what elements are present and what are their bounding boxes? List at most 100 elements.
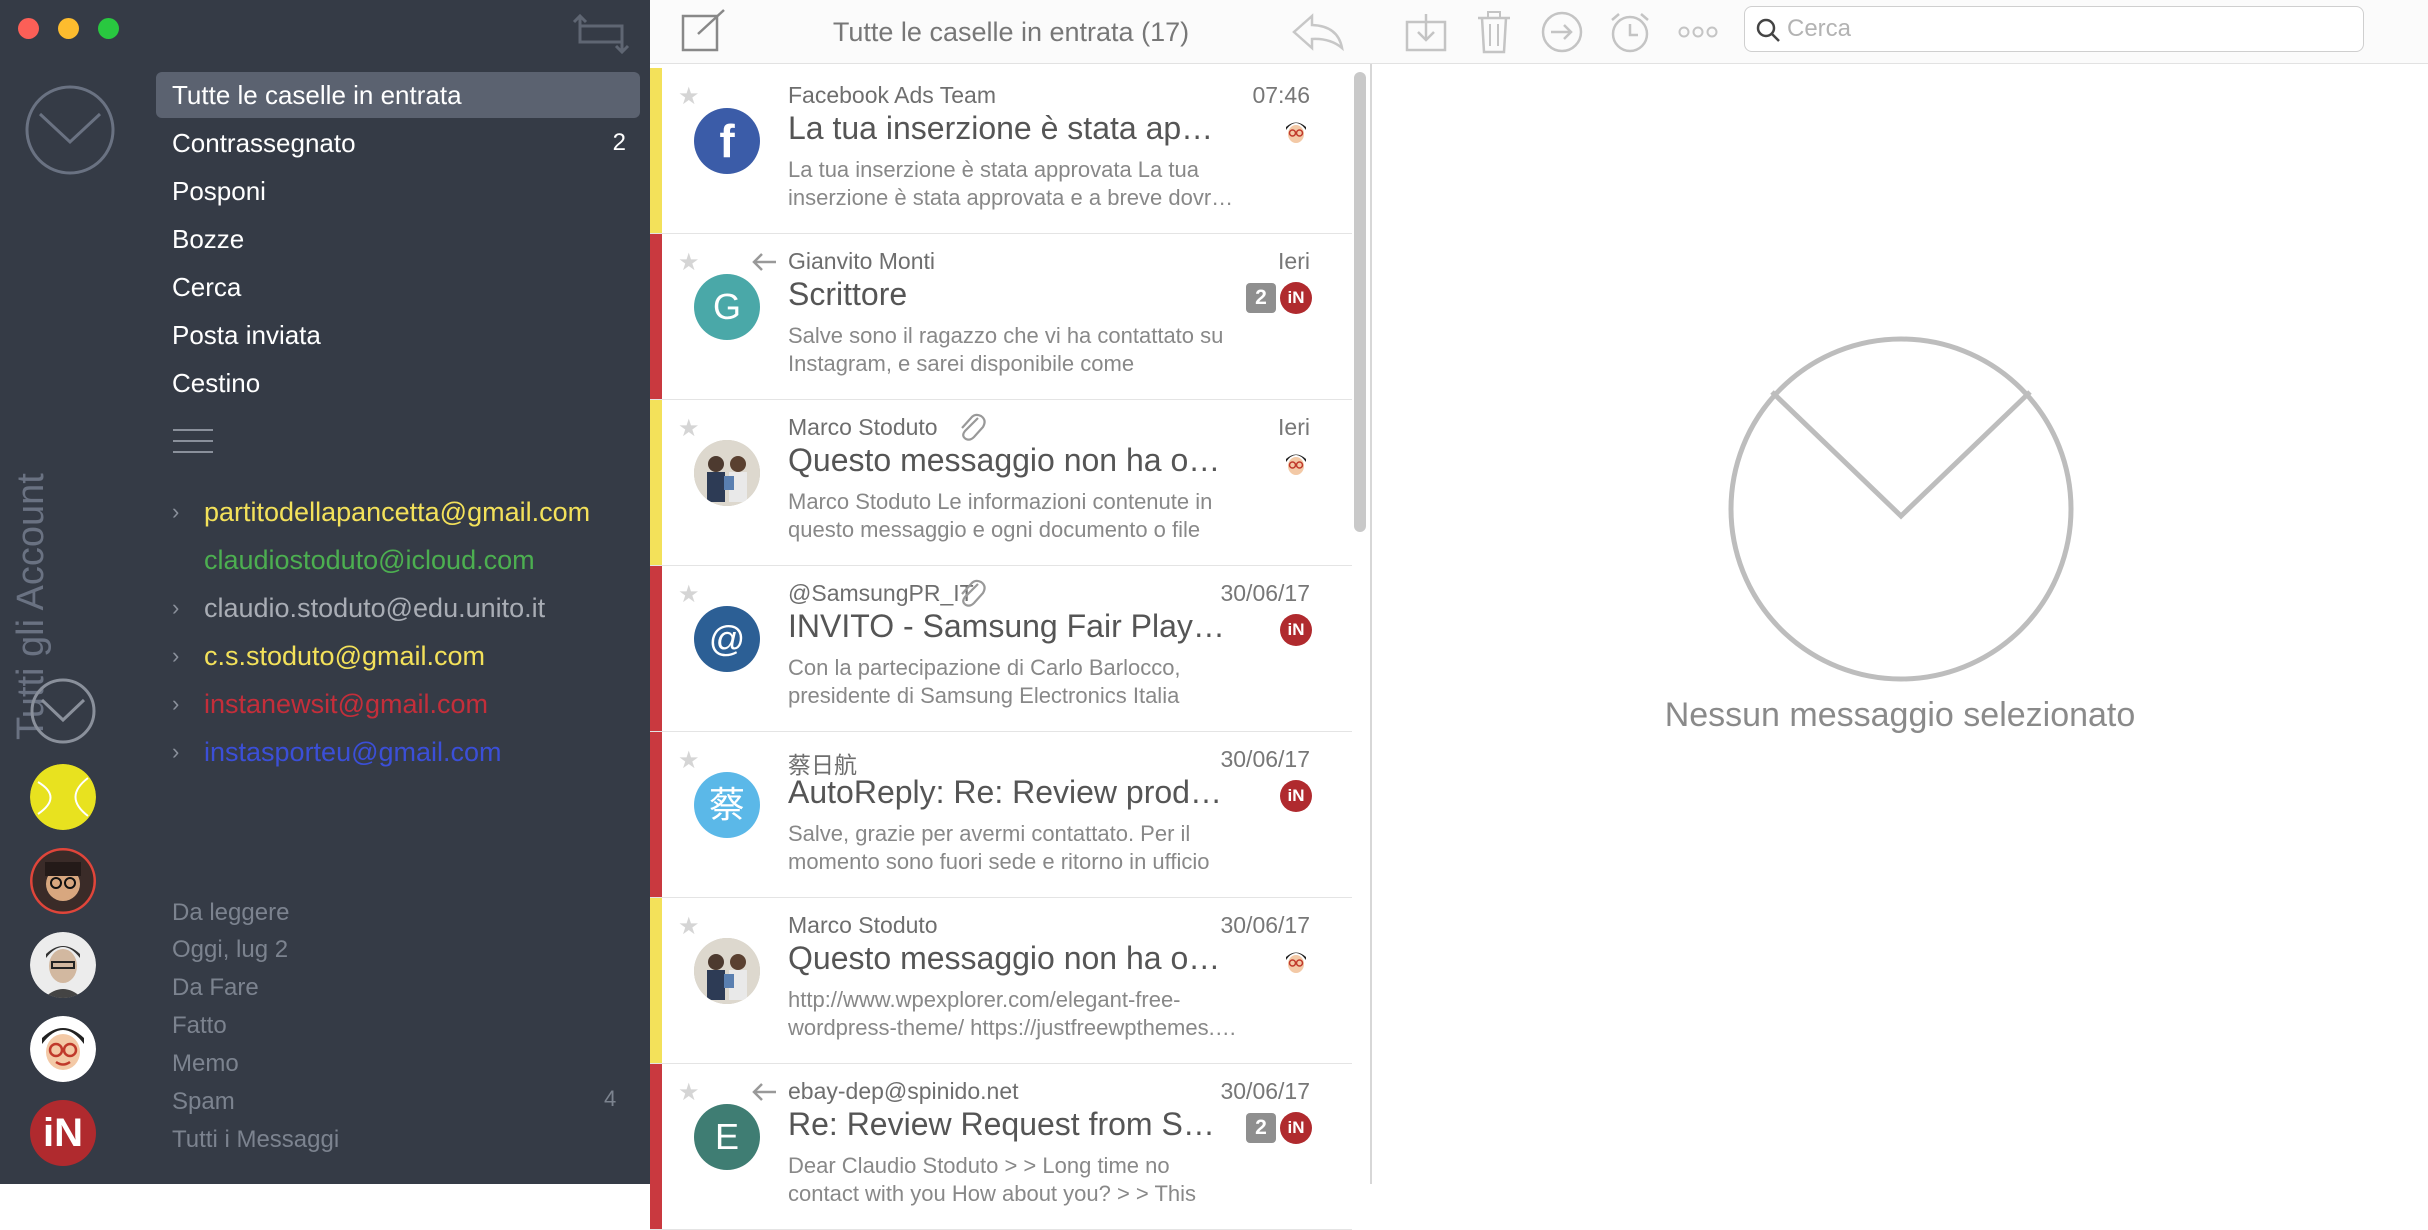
folder-item[interactable]: Contrassegnato 2 — [156, 120, 640, 166]
window-close-button[interactable] — [18, 18, 39, 39]
message-row[interactable]: ★ f Facebook Ads Team 07:46 La tua inserzion… — [650, 68, 1352, 234]
smart-folder-item[interactable]: Memo — [172, 1046, 239, 1082]
photo-avatar — [694, 440, 760, 506]
message-row[interactable]: ★ G Gianvito Monti Ieri Scrittore Salve sono … — [650, 234, 1352, 400]
compose-icon[interactable] — [680, 8, 728, 52]
paperclip-icon — [961, 413, 986, 441]
star-icon[interactable]: ★ — [678, 414, 700, 443]
sender-name: ebay-dep@spinido.net — [788, 1078, 1019, 1104]
window-minimize-button[interactable] — [58, 18, 79, 39]
list-title: Tutte le caselle in entrata (17) — [832, 17, 1190, 47]
chevron-right-icon[interactable]: › — [172, 492, 179, 532]
chevron-right-icon[interactable]: › — [172, 684, 179, 724]
sender-avatar: @ — [694, 606, 760, 672]
mail-icon[interactable] — [30, 678, 96, 744]
sender-avatar: G — [694, 274, 760, 340]
account-email: claudio.stoduto@edu.unito.it — [204, 593, 546, 623]
sender-name: Gianvito Monti — [788, 248, 936, 274]
trash-icon[interactable] — [1472, 10, 1516, 54]
folder-item[interactable]: Posponi — [156, 168, 640, 214]
sync-toggle-icon[interactable] — [572, 12, 630, 56]
tennis-ball-avatar[interactable] — [30, 764, 96, 830]
move-icon[interactable] — [1540, 10, 1584, 54]
message-date: 30/06/17 — [1220, 746, 1310, 772]
star-icon[interactable]: ★ — [678, 1078, 700, 1107]
search-box[interactable] — [1744, 6, 2364, 52]
sender-name: Marco Stoduto — [788, 912, 938, 938]
archive-icon[interactable] — [1404, 10, 1448, 54]
message-subject: AutoReply: Re: Review prodotti — [788, 774, 1228, 810]
message-preview: Marco Stoduto Le informazioni contenute … — [788, 489, 1213, 542]
folder-item[interactable]: Cerca — [156, 264, 640, 310]
message-viewer: Nessun messaggio selezionato — [1372, 0, 2428, 1184]
avatar-portrait[interactable] — [30, 932, 96, 998]
message-badges — [1280, 448, 1312, 482]
photo-avatar — [694, 938, 760, 1004]
list-scrollbar[interactable] — [1354, 72, 1366, 532]
message-subject: La tua inserzione è stata appr… — [788, 110, 1228, 146]
star-icon[interactable]: ★ — [678, 248, 700, 277]
avatar-glasses[interactable] — [30, 848, 96, 914]
folder-item[interactable]: Posta inviata — [156, 312, 640, 358]
message-row[interactable]: ★ Marco Stoduto Ieri Questo messaggio non h… — [650, 400, 1352, 566]
folder-item[interactable]: Cestino — [156, 360, 640, 406]
smart-folder-item[interactable]: Spam — [172, 1084, 235, 1120]
message-row[interactable]: ★ Eebay-dep@spinido.net 30/06/17 Re: Review… — [650, 1064, 1352, 1230]
message-preview: Dear Claudio Stoduto > > Long time no co… — [788, 1153, 1197, 1206]
star-icon[interactable]: ★ — [678, 82, 700, 111]
smart-folder-item[interactable]: Tutti i Messaggi — [172, 1122, 339, 1158]
chevron-right-icon[interactable]: › — [172, 732, 179, 772]
smart-folder-item[interactable]: Oggi, lug 2 — [172, 932, 288, 968]
menu-lines-icon[interactable] — [173, 428, 213, 454]
all-accounts-mail-icon[interactable] — [24, 84, 116, 176]
message-row[interactable]: ★ @ @SamsungPR_IT 30/06/17 INVITO - Samsung … — [650, 566, 1352, 732]
smart-folder-item[interactable]: Da leggere — [172, 895, 289, 931]
flag-color-bar — [650, 400, 662, 565]
all-accounts-label[interactable]: Tutti gli Account — [10, 200, 105, 740]
message-badges: iN — [1280, 780, 1312, 814]
message-preview: Salve, grazie per avermi contattato. Per… — [788, 821, 1210, 874]
smart-folder-item[interactable]: Fatto — [172, 1008, 227, 1044]
folder-label: Posta inviata — [172, 320, 321, 350]
flag-color-bar — [650, 234, 662, 399]
thread-count: 2 — [1246, 1113, 1276, 1143]
folder-item[interactable]: Tutte le caselle in entrata — [156, 72, 640, 118]
folder-label: Bozze — [172, 224, 245, 254]
star-icon[interactable]: ★ — [678, 580, 700, 609]
chevron-right-icon[interactable]: › — [172, 588, 179, 628]
more-icon[interactable] — [1676, 10, 1720, 54]
avatar-letter: G — [712, 286, 741, 327]
instanews-logo[interactable]: iN — [30, 1100, 96, 1166]
message-row[interactable]: ★ 蔡蔡日航 30/06/17 AutoReply: Re: Review prodo… — [650, 732, 1352, 898]
search-input[interactable] — [1785, 11, 2345, 47]
reply-icon[interactable] — [1290, 12, 1346, 52]
avatar-letter: 蔡 — [708, 784, 745, 825]
thread-count: 2 — [1246, 283, 1276, 313]
snooze-icon[interactable] — [1608, 10, 1652, 54]
message-row[interactable]: ★ Marco Stoduto 30/06/17 Questo messaggio n… — [650, 898, 1352, 1064]
instanews-account-badge: iN — [1280, 780, 1312, 812]
avatar-cartoon[interactable] — [30, 1016, 96, 1082]
message-subject: INVITO - Samsung Fair Play -… — [788, 608, 1228, 644]
account-email: instanewsit@gmail.com — [204, 689, 489, 719]
message-preview: Salve sono il ragazzo che vi ha contatta… — [788, 323, 1224, 376]
sender-avatar — [694, 938, 760, 1004]
folder-item[interactable]: Bozze — [156, 216, 640, 262]
star-icon[interactable]: ★ — [678, 912, 700, 941]
folder-label: Cerca — [172, 272, 242, 302]
account-face-badge — [1281, 947, 1311, 977]
sender-name: Facebook Ads Team — [788, 82, 996, 108]
folder-label: Posponi — [172, 176, 266, 206]
chevron-right-icon[interactable]: › — [172, 636, 179, 676]
account-face-badge — [1281, 449, 1311, 479]
flag-color-bar — [650, 898, 662, 1063]
avatar-letter: f — [719, 115, 735, 167]
window-maximize-button[interactable] — [98, 18, 119, 39]
flag-color-bar — [650, 68, 662, 233]
sender-name: Marco Stoduto — [788, 414, 938, 440]
no-message-envelope-icon — [1728, 336, 2074, 682]
sender-avatar: f — [694, 108, 760, 174]
smart-folder-item[interactable]: Da Fare — [172, 970, 259, 1006]
star-icon[interactable]: ★ — [678, 746, 700, 775]
message-badges: iN — [1280, 614, 1312, 648]
